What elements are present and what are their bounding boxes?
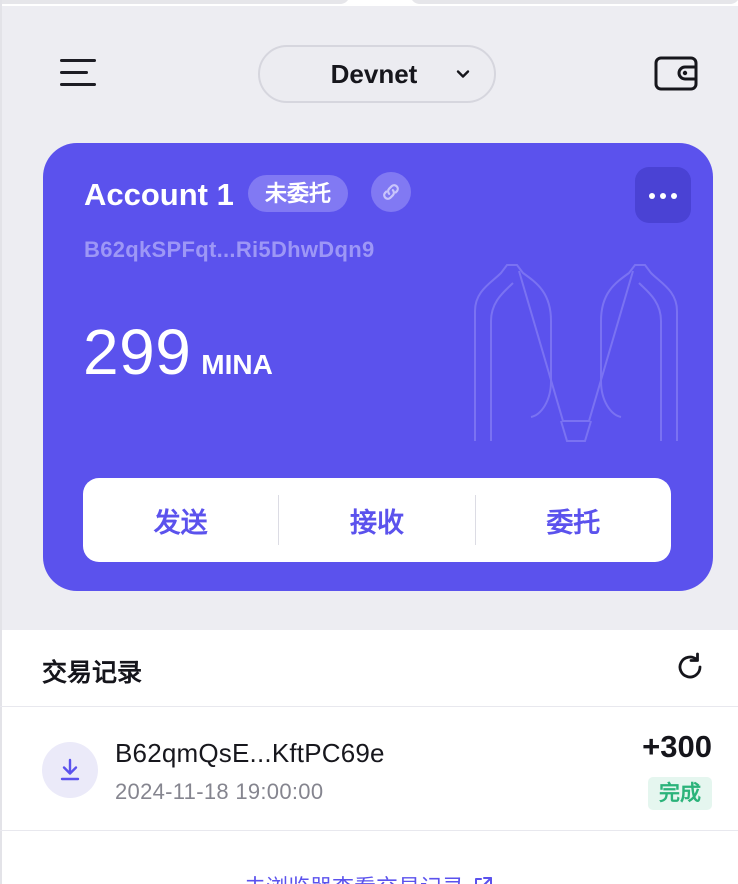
window-top-edge [0, 0, 738, 6]
account-card: Account 1 未委托 B62qkSPFqt...Ri5DhwDqn9 29… [43, 143, 713, 591]
explorer-link-label: 去浏览器查看交易记录 [244, 870, 464, 884]
mina-logo-watermark [474, 264, 678, 442]
menu-icon [60, 59, 96, 62]
transaction-amount: +300 [642, 729, 712, 764]
link-icon [383, 184, 399, 200]
transaction-header: 交易记录 [0, 630, 738, 707]
wallet-button[interactable] [654, 55, 698, 91]
menu-button[interactable] [58, 56, 98, 90]
chevron-down-icon [456, 70, 470, 78]
transaction-row[interactable]: B62qmQsE...KftPC69e 2024-11-18 19:00:00 … [0, 707, 738, 831]
refresh-icon [678, 652, 702, 679]
balance-unit: MINA [201, 349, 273, 380]
account-address: B62qkSPFqt...Ri5DhwDqn9 [84, 237, 375, 262]
delegation-status-badge: 未委托 [248, 175, 349, 212]
account-actions: 发送 接收 委托 [83, 478, 671, 562]
link-button[interactable] [371, 172, 411, 212]
delegate-button[interactable]: 委托 [476, 478, 671, 562]
receive-button[interactable]: 接收 [279, 478, 474, 562]
balance-amount: 299 [83, 316, 192, 388]
account-name: Account 1 [84, 177, 234, 212]
wallet-icon [654, 56, 698, 91]
send-button[interactable]: 发送 [83, 478, 278, 562]
receive-icon [60, 758, 80, 781]
network-selector[interactable]: Devnet [258, 45, 496, 103]
explorer-link[interactable]: 去浏览器查看交易记录 [244, 870, 494, 884]
transaction-time: 2024-11-18 19:00:00 [115, 779, 324, 804]
transaction-address: B62qmQsE...KftPC69e [115, 738, 385, 768]
transaction-title: 交易记录 [42, 659, 143, 687]
external-link-icon [475, 877, 493, 884]
transaction-status-badge: 完成 [648, 777, 712, 810]
account-balance: 299 MINA [83, 315, 273, 389]
refresh-button[interactable] [674, 651, 706, 683]
network-label: Devnet [330, 58, 418, 89]
transaction-type-badge [42, 742, 98, 798]
more-options-button[interactable] [635, 167, 691, 223]
